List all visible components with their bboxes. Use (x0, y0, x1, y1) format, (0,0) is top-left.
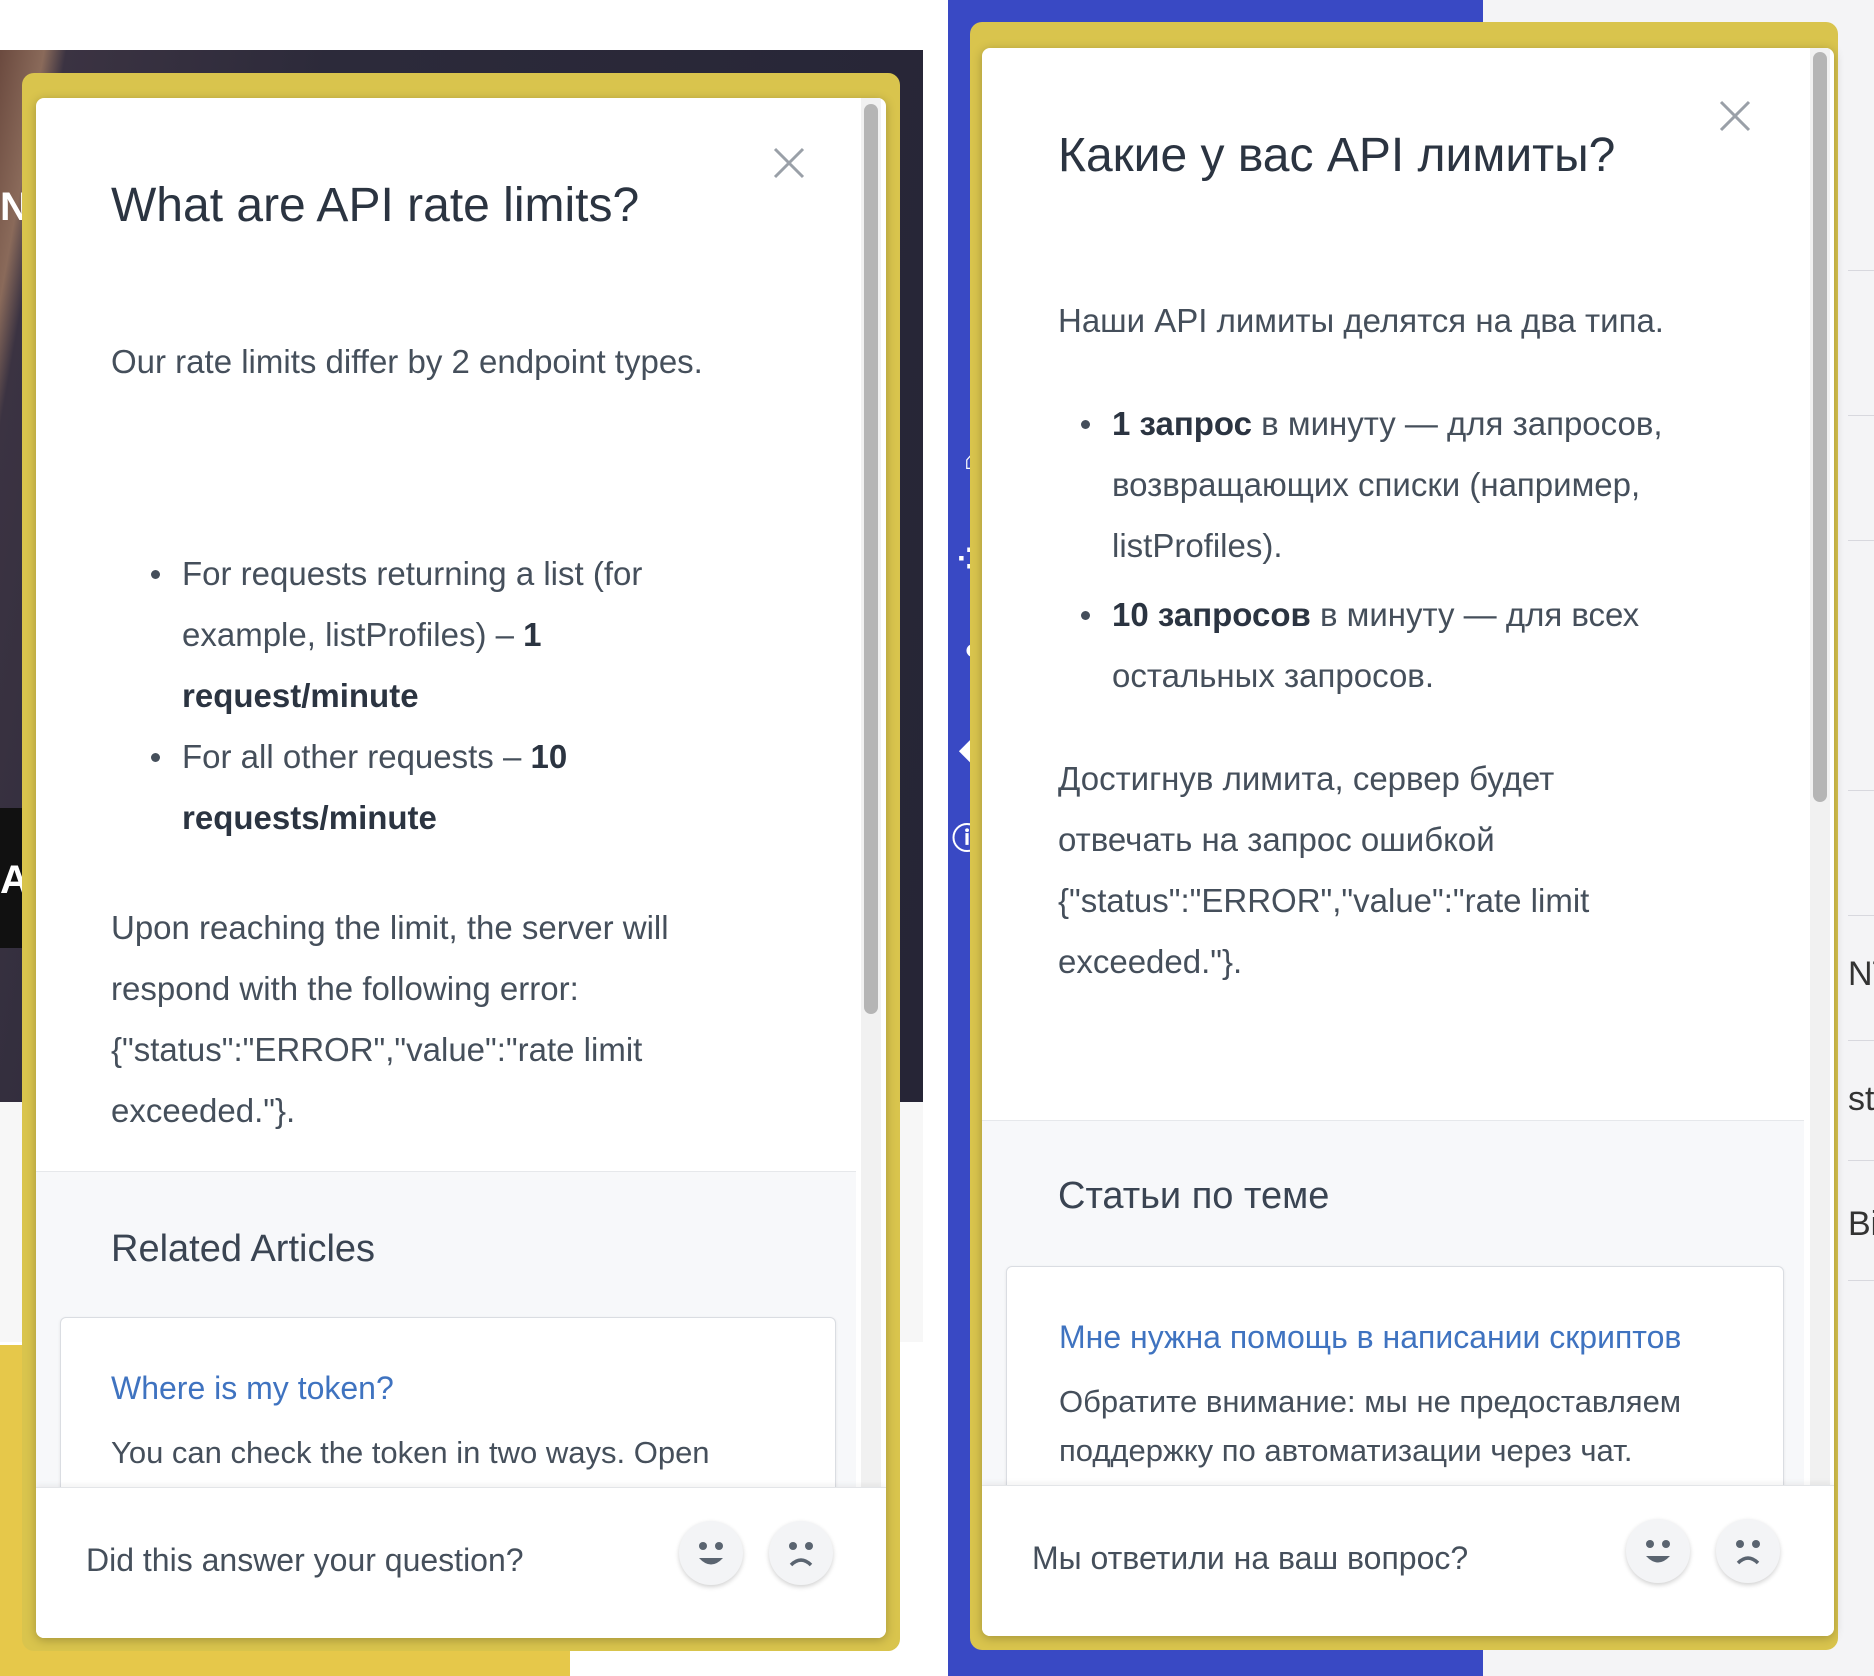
article-excerpt: Обратите внимание: мы не предоставляем п… (1059, 1384, 1682, 1468)
article-link[interactable]: Where is my token? (111, 1370, 394, 1407)
close-button[interactable] (771, 145, 807, 181)
rate-limit-list: 1 запрос в минуту — для запросов, возвра… (1076, 393, 1726, 706)
sad-face-icon (789, 1542, 813, 1567)
scrollbar[interactable] (1810, 48, 1830, 1488)
related-articles: Статьи по теме Мне нужна помощь в написа… (982, 1120, 1804, 1528)
background-text: ste (1848, 1080, 1874, 1118)
related-heading: Related Articles (111, 1228, 376, 1270)
happy-face-button[interactable] (1626, 1519, 1690, 1583)
feedback-question: Did this answer your question? (86, 1542, 524, 1578)
happy-face-icon (1646, 1540, 1670, 1563)
list-item: 10 запросов в минуту — для всех остальны… (1076, 584, 1726, 706)
rate-limit-list: For requests returning a list (for examp… (146, 543, 706, 848)
happy-face-button[interactable] (679, 1521, 743, 1585)
article-excerpt: You can check the token in two ways. Ope… (111, 1435, 710, 1470)
close-icon (773, 147, 805, 179)
sad-face-button[interactable] (1716, 1519, 1780, 1583)
sad-face-icon (1736, 1540, 1760, 1565)
sad-face-button[interactable] (769, 1521, 833, 1585)
close-icon (1719, 100, 1751, 132)
scrollbar-thumb[interactable] (864, 104, 878, 1014)
article-title: What are API rate limits? (111, 179, 640, 232)
error-paragraph: Достигнув лимита, сервер будет отвечать … (1058, 760, 1590, 980)
feedback-bar: Мы ответили на ваш вопрос? (982, 1485, 1834, 1636)
scrollbar-thumb[interactable] (1813, 52, 1827, 802)
help-article-modal-en: What are API rate limits? Our rate limit… (36, 98, 886, 1638)
article-intro: Наши API лимиты делятся на два типа. (1058, 302, 1664, 339)
background-text: NT (1848, 955, 1874, 993)
feedback-question: Мы ответили на ваш вопрос? (1032, 1540, 1469, 1576)
close-button[interactable] (1717, 98, 1753, 134)
related-articles: Related Articles Where is my token? You … (36, 1171, 856, 1539)
background-text: Bi (1848, 1205, 1874, 1243)
article-link[interactable]: Мне нужна помощь в написании скриптов (1059, 1319, 1681, 1356)
bottom-bar (948, 1650, 1483, 1676)
article-title: Какие у вас API лимиты? (1058, 129, 1616, 182)
scrollbar[interactable] (861, 98, 881, 1488)
related-heading: Статьи по теме (1058, 1175, 1330, 1217)
happy-face-icon (699, 1542, 723, 1565)
article-intro: Our rate limits differ by 2 endpoint typ… (111, 343, 703, 380)
feedback-bar: Did this answer your question? (36, 1487, 886, 1638)
error-paragraph: Upon reaching the limit, the server will… (111, 909, 669, 1129)
list-item: For requests returning a list (for examp… (146, 543, 706, 726)
list-item: For all other requests – 10 requests/min… (146, 726, 706, 848)
help-article-modal-ru: Какие у вас API лимиты? Наши API лимиты … (982, 48, 1834, 1636)
list-item: 1 запрос в минуту — для запросов, возвра… (1076, 393, 1726, 576)
